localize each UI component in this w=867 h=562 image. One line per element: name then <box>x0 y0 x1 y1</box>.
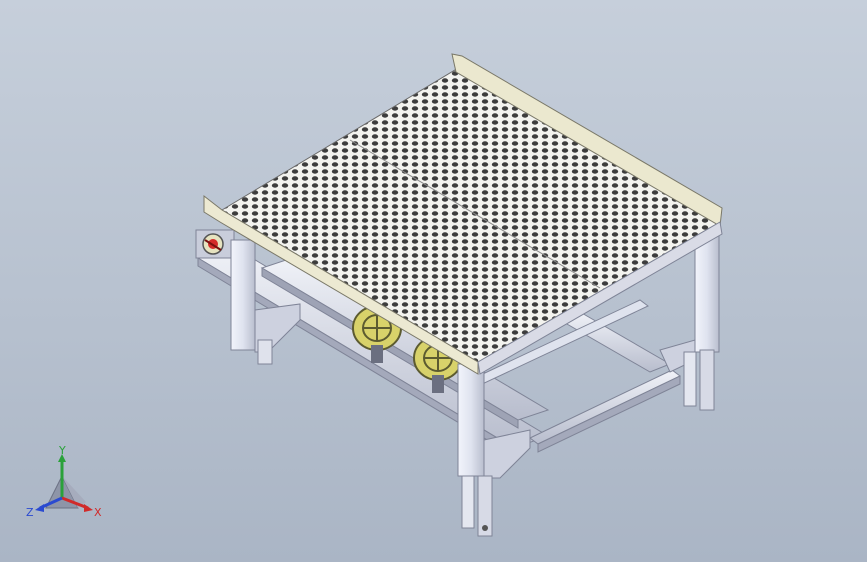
handwheel-icon[interactable] <box>195 229 235 259</box>
y-axis-label: Y <box>58 446 66 457</box>
graphics-viewport[interactable]: Y X Z <box>0 0 867 562</box>
model-scene[interactable] <box>0 0 867 562</box>
x-axis-label: X <box>94 506 102 519</box>
orientation-triad: Y X Z <box>26 446 102 519</box>
z-axis-label: Z <box>26 506 34 519</box>
